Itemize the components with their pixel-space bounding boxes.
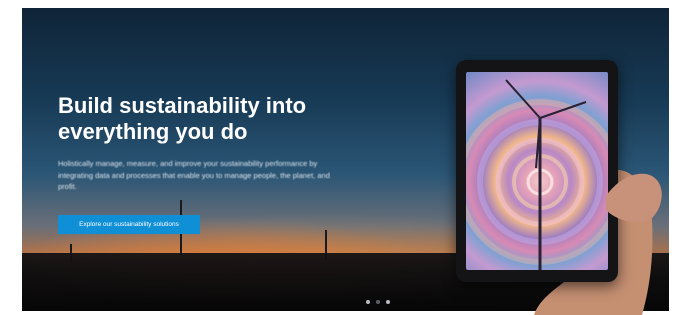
- tablet-device: [456, 60, 618, 282]
- carousel-indicators: [366, 300, 390, 304]
- explore-solutions-button[interactable]: Explore our sustainability solutions: [58, 215, 200, 234]
- carousel-dot-2[interactable]: [376, 300, 380, 304]
- hero-title: Build sustainability into everything you…: [58, 93, 307, 144]
- tablet-screen-image: [466, 72, 608, 270]
- hero-description: Holistically manage, measure, and improv…: [58, 159, 330, 191]
- carousel-dot-1[interactable]: [366, 300, 370, 304]
- hand-thumb: [606, 173, 662, 223]
- wind-turbine-icon: [466, 79, 608, 270]
- carousel-dot-3[interactable]: [386, 300, 390, 304]
